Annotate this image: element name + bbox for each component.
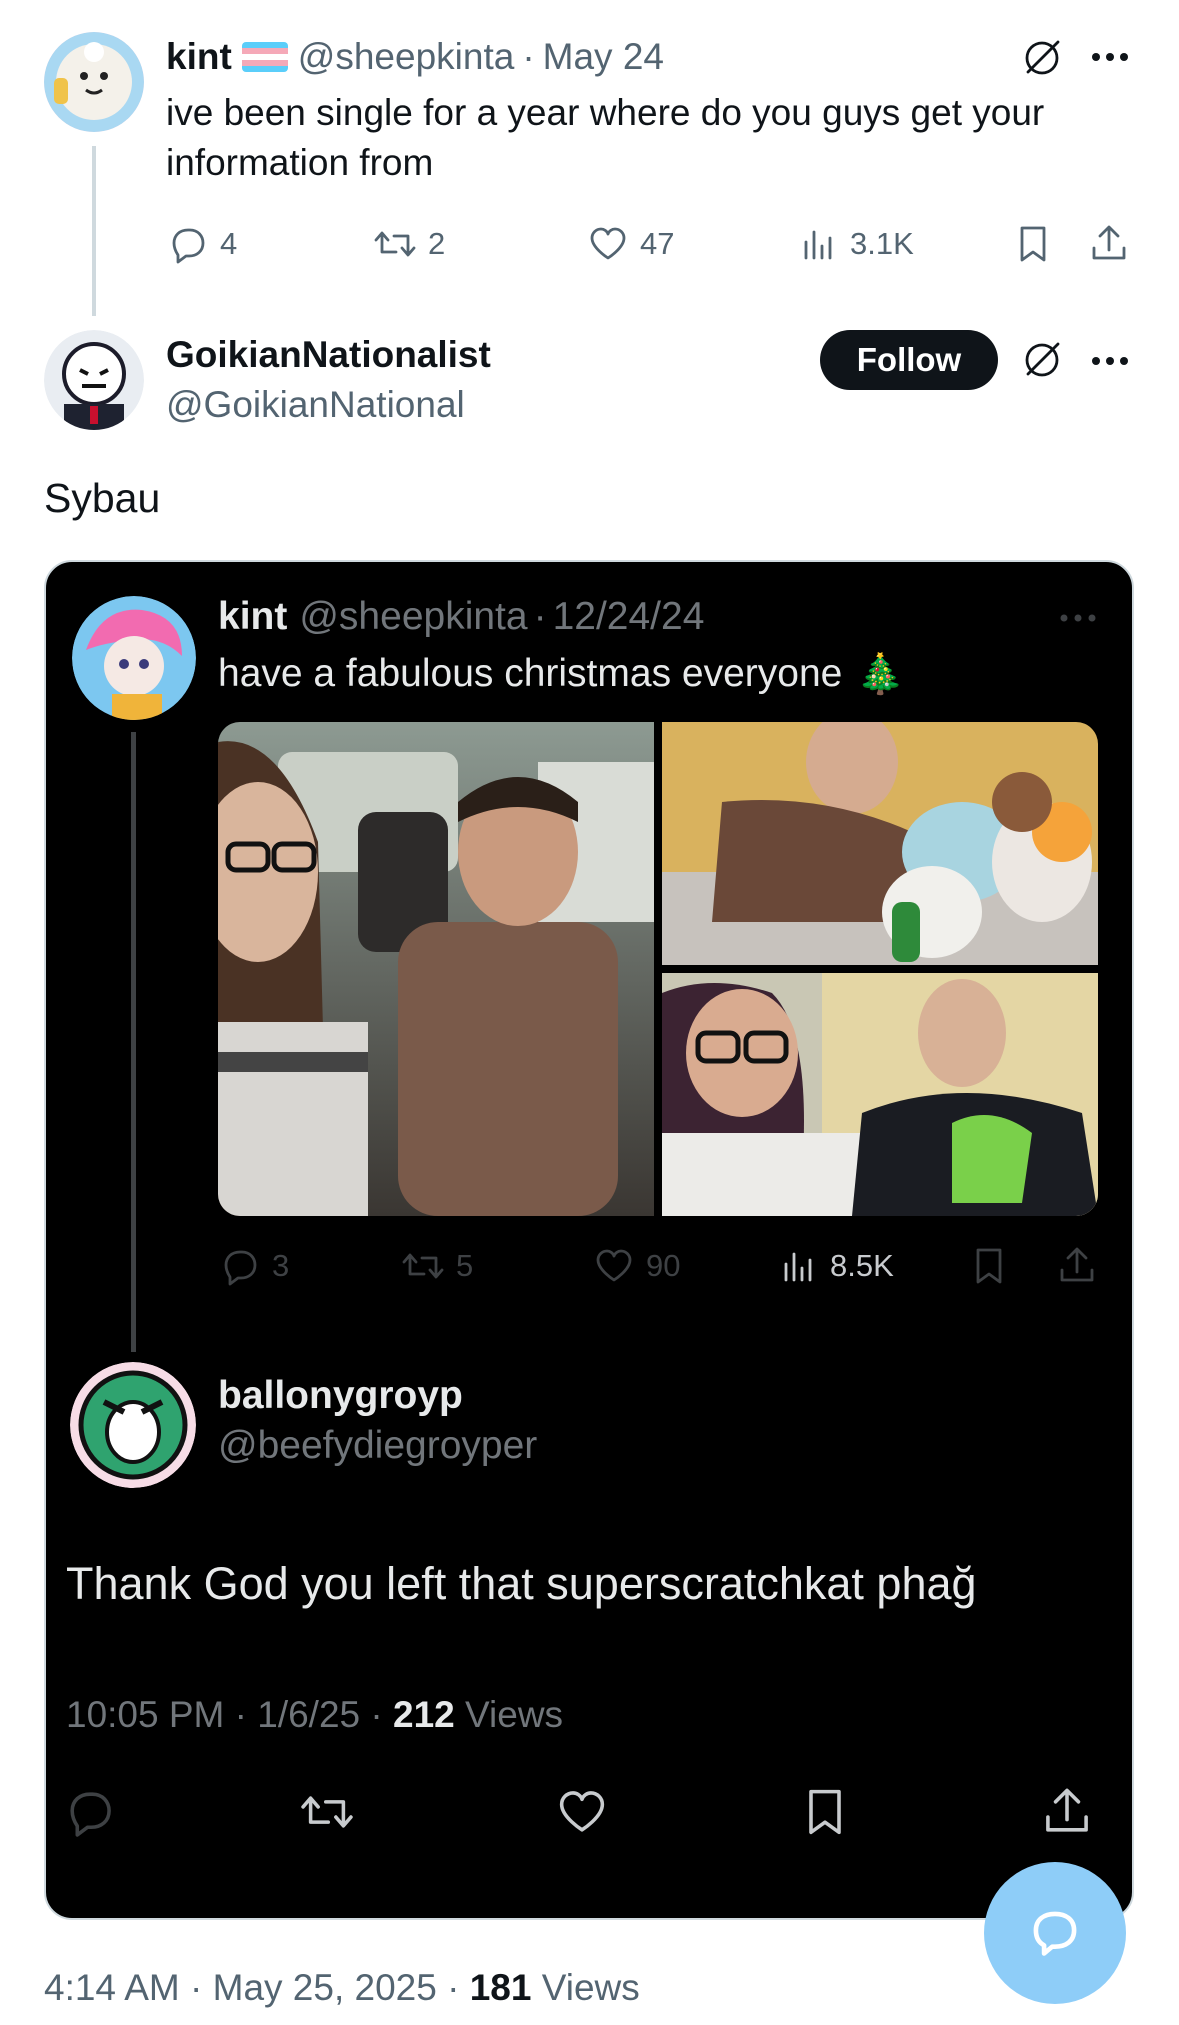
inner-repost-count: 5	[456, 1248, 474, 1283]
inner-thread-line	[131, 732, 136, 1352]
reply-text: Thank God you left that superscratchkat …	[66, 1558, 977, 1609]
main-handle[interactable]: @GoikianNational	[166, 382, 491, 428]
follow-button-label: Follow	[856, 341, 962, 378]
inner-text-body: have a fabulous christmas everyone	[218, 652, 843, 695]
reply-header: ballonygroyp @beefydiegroyper	[218, 1372, 537, 1470]
inner-avatar	[72, 596, 196, 720]
trans-flag-icon	[241, 42, 288, 72]
follow-button[interactable]: Follow	[820, 330, 998, 390]
inner-like-icon	[596, 1249, 632, 1282]
main-text: Sybau	[44, 475, 161, 521]
inner-display-name: kint	[218, 595, 288, 638]
main-grok-icon[interactable]	[1020, 338, 1064, 382]
parent-reply-count: 4	[220, 226, 238, 261]
parent-share-button[interactable]	[1088, 222, 1130, 266]
reply-repost-icon	[298, 1784, 356, 1840]
repost-icon	[374, 231, 416, 257]
inner-text: have a fabulous christmas everyone 🎄	[218, 648, 905, 700]
main-timestamp: 4:14 AM · May 25, 2025 · 181 Views	[44, 1964, 640, 2012]
parent-display-name[interactable]: kint	[166, 36, 232, 78]
reply-views-label: Views	[454, 1694, 564, 1735]
reply-avatar	[70, 1362, 196, 1488]
inner-sep: ·	[533, 595, 547, 638]
parent-repost-count: 2	[428, 226, 446, 261]
main-views-label: Views	[531, 1967, 640, 2008]
reply-views-count: 212	[393, 1694, 455, 1735]
inner-like-count: 90	[646, 1248, 681, 1283]
photo-bed	[662, 722, 1098, 965]
main-header: GoikianNationalist @GoikianNational	[166, 332, 491, 428]
thread-line	[92, 146, 96, 316]
inner-views-button: 8.5K	[780, 1244, 894, 1288]
inner-more-icon	[1056, 606, 1100, 630]
parent-text: ive been single for a year where do you …	[166, 88, 1146, 188]
reply-share-icon	[1040, 1784, 1094, 1840]
main-views-count: 181	[469, 1967, 532, 2008]
parent-sep: ·	[522, 36, 535, 77]
photo-selfie	[662, 973, 1098, 1216]
inner-reply-icon	[224, 1250, 257, 1286]
inner-header: kint @sheepkinta · 12/24/24	[218, 592, 704, 642]
reply-icon	[172, 228, 205, 264]
like-icon	[590, 227, 626, 260]
reply-handle: @beefydiegroyper	[218, 1424, 538, 1467]
parent-date[interactable]: May 24	[543, 36, 664, 78]
inner-handle: @sheepkinta	[299, 595, 528, 638]
photo-car	[218, 722, 654, 1216]
inner-views-count: 8.5K	[830, 1248, 894, 1283]
reply-bookmark-icon	[798, 1784, 852, 1840]
photo-grid	[218, 722, 1098, 1216]
inner-reply-button: 3	[218, 1244, 289, 1288]
parent-like-button[interactable]: 47	[586, 222, 674, 266]
inner-share-icon	[1056, 1244, 1098, 1288]
christmas-tree-icon: 🎄	[856, 652, 905, 697]
reply-like-icon	[554, 1784, 610, 1840]
reply-timestamp: 10:05 PM · 1/6/25 ·	[66, 1694, 394, 1735]
inner-like-button: 90	[592, 1244, 680, 1288]
share-icon	[1092, 225, 1126, 260]
main-timestamp-text[interactable]: 4:14 AM · May 25, 2025 ·	[44, 1967, 470, 2008]
parent-repost-button[interactable]: 2	[372, 222, 445, 266]
views-icon	[804, 230, 832, 260]
bookmark-icon	[1020, 226, 1046, 262]
parent-handle[interactable]: @sheepkinta	[298, 36, 515, 78]
parent-text-line2: information from	[166, 142, 434, 183]
inner-views-icon	[784, 1252, 812, 1282]
reply-reply-icon	[62, 1784, 118, 1840]
reply-display-name: ballonygroyp	[218, 1374, 463, 1417]
more-icon[interactable]	[1088, 42, 1132, 72]
parent-views-button[interactable]: 3.1K	[800, 222, 914, 266]
grok-icon[interactable]	[1020, 36, 1064, 80]
compose-message-icon	[1033, 1911, 1077, 1956]
inner-repost-button: 5	[400, 1244, 473, 1288]
parent-views-count: 3.1K	[850, 226, 914, 261]
parent-header: kint @sheepkinta · May 24	[166, 36, 664, 78]
inner-reply-count: 3	[272, 1248, 290, 1283]
parent-text-line1: ive been single for a year where do you …	[166, 92, 1045, 133]
main-more-icon[interactable]	[1088, 346, 1132, 376]
inner-bookmark-icon	[968, 1244, 1010, 1288]
parent-avatar[interactable]	[44, 32, 144, 132]
compose-message-button[interactable]	[984, 1862, 1126, 2004]
parent-like-count: 47	[640, 226, 675, 261]
inner-date: 12/24/24	[552, 595, 705, 638]
main-display-name[interactable]: GoikianNationalist	[166, 332, 491, 378]
parent-bookmark-button[interactable]	[1012, 222, 1054, 266]
parent-reply-button[interactable]: 4	[166, 222, 237, 266]
embedded-image[interactable]: kint @sheepkinta · 12/24/24 have a fabul…	[44, 560, 1134, 1920]
inner-repost-icon	[402, 1253, 444, 1279]
reply-meta: 10:05 PM · 1/6/25 · 212 Views	[66, 1692, 563, 1738]
main-avatar[interactable]	[44, 330, 144, 430]
